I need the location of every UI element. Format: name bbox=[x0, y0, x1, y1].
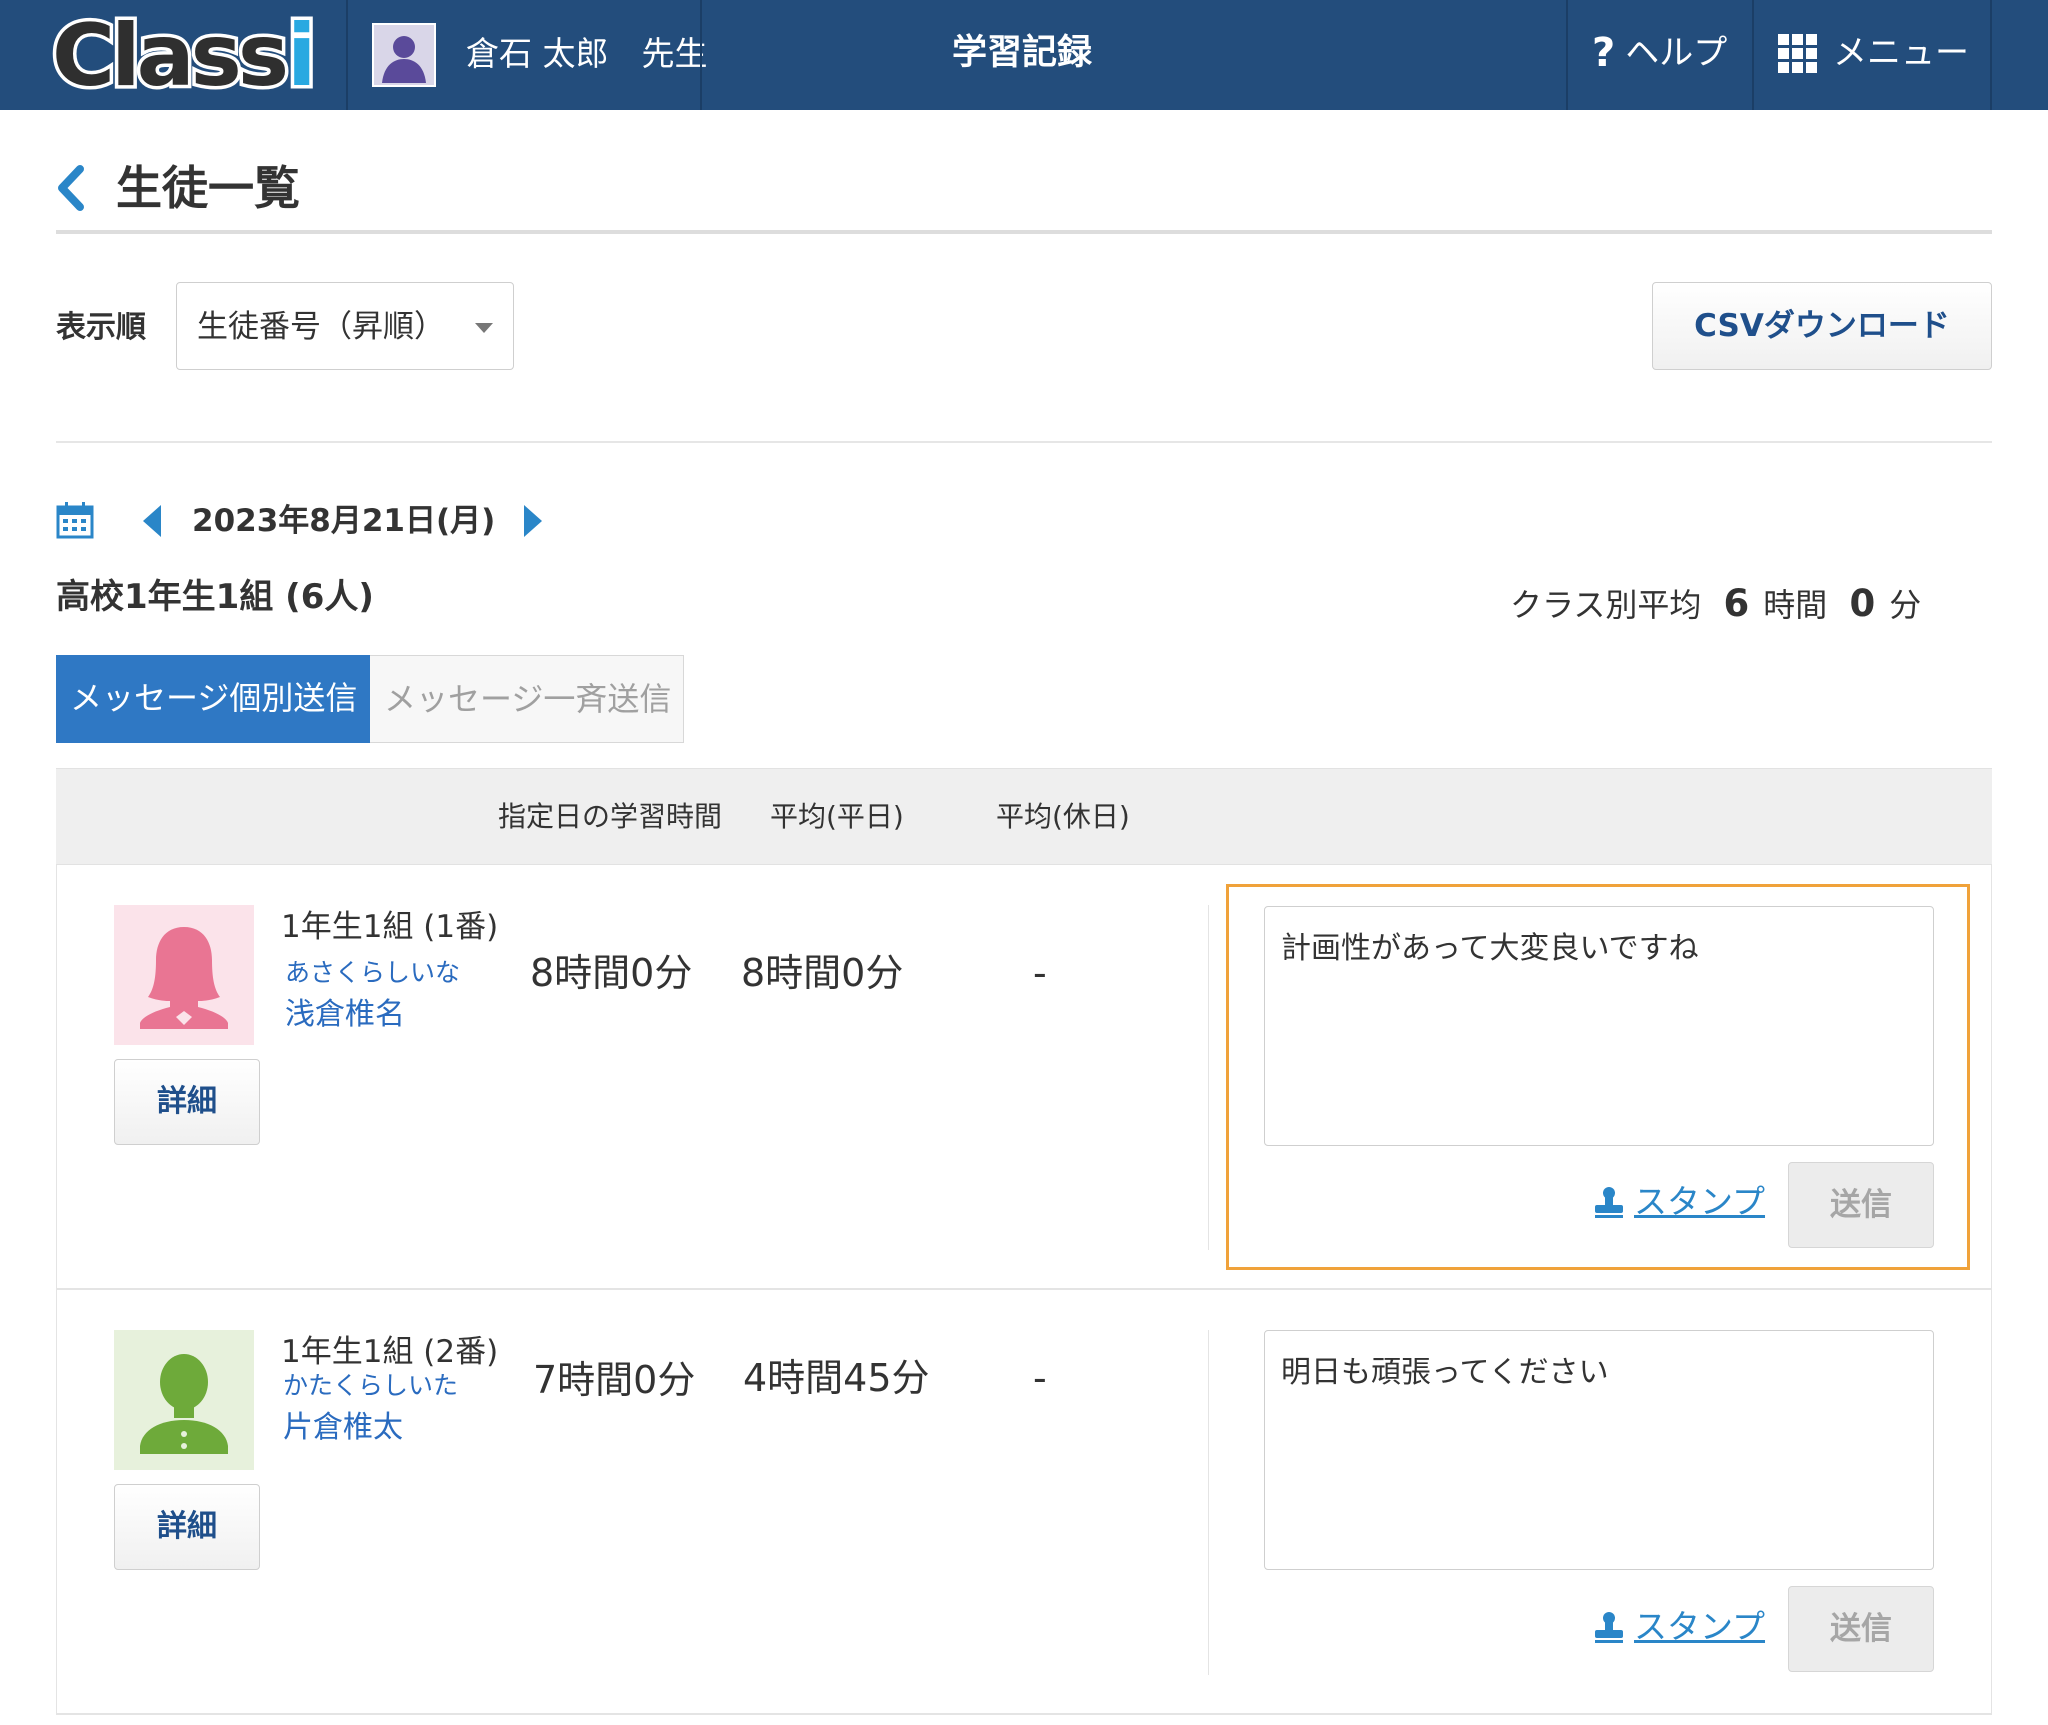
detail-button[interactable]: 詳細 bbox=[114, 1484, 260, 1570]
send-button[interactable]: 送信 bbox=[1788, 1162, 1934, 1248]
user-avatar-icon[interactable] bbox=[372, 23, 436, 87]
menu-button[interactable]: メニュー bbox=[1778, 28, 1969, 78]
back-chevron-icon[interactable] bbox=[52, 163, 92, 213]
page-title: 生徒一覧 bbox=[116, 161, 300, 215]
stamp-link[interactable]: スタンプ bbox=[1592, 1605, 1765, 1649]
menu-label: メニュー bbox=[1833, 33, 1969, 73]
column-divider bbox=[1208, 1330, 1209, 1675]
class-average-label: クラス別平均 bbox=[1510, 586, 1702, 624]
send-button[interactable]: 送信 bbox=[1788, 1586, 1934, 1672]
weekday-average: 8時間0分 bbox=[741, 951, 904, 995]
minutes-unit: 分 bbox=[1889, 586, 1922, 624]
class-average: クラス別平均 6 時間 0分 bbox=[1510, 580, 1921, 629]
student-name-kana[interactable]: かたくらしいた bbox=[283, 1368, 458, 1404]
stamp-icon bbox=[1595, 1187, 1623, 1218]
header-divider bbox=[700, 0, 702, 110]
weekday-average: 4時間45分 bbox=[743, 1356, 930, 1400]
top-navigation-bar: Class i 倉石 太郎 先生 学習記録 ? ヘルプ メニュー bbox=[0, 0, 2048, 110]
day-study-time: 7時間0分 bbox=[533, 1358, 696, 1402]
grid-menu-icon bbox=[1778, 33, 1817, 73]
column-header-holiday-avg: 平均(休日) bbox=[996, 800, 1130, 833]
calendar-icon[interactable] bbox=[56, 501, 94, 539]
detail-button[interactable]: 詳細 bbox=[114, 1059, 260, 1145]
help-button[interactable]: ? ヘルプ bbox=[1592, 28, 1727, 78]
stamp-icon bbox=[1595, 1612, 1623, 1643]
table-header: 指定日の学習時間 平均(平日) 平均(休日) bbox=[56, 768, 1992, 865]
hours-unit: 時間 bbox=[1763, 586, 1828, 624]
table-row: 詳細 1年生1組 (2番) かたくらしいた 片倉椎太 7時間0分 4時間45分 … bbox=[56, 1290, 1992, 1715]
selected-date: 2023年8月21日(月) bbox=[192, 503, 496, 539]
message-mode-tabs: メッセージ個別送信 メッセージ一斉送信 bbox=[56, 655, 684, 743]
class-average-hours: 6 bbox=[1723, 582, 1750, 625]
app-title: 学習記録 bbox=[952, 33, 1093, 73]
sort-order-value: 生徒番号（昇順） bbox=[197, 309, 445, 345]
column-header-day-time: 指定日の学習時間 bbox=[498, 800, 723, 833]
header-divider bbox=[1990, 0, 1992, 110]
message-textarea[interactable]: 計画性があって大変良いですね bbox=[1264, 906, 1934, 1146]
header-divider bbox=[346, 0, 348, 110]
column-header-weekday-avg: 平均(平日) bbox=[770, 800, 904, 833]
student-avatar-male-icon bbox=[114, 1330, 254, 1470]
section-divider bbox=[56, 441, 1992, 443]
column-divider bbox=[1208, 905, 1209, 1250]
holiday-average: - bbox=[1033, 951, 1047, 995]
message-textarea[interactable]: 明日も頑張ってください bbox=[1264, 1330, 1934, 1570]
header-divider bbox=[1566, 0, 1568, 110]
holiday-average: - bbox=[1033, 1356, 1047, 1400]
student-avatar-female-icon bbox=[114, 905, 254, 1045]
stamp-label: スタンプ bbox=[1634, 1607, 1766, 1646]
stamp-link[interactable]: スタンプ bbox=[1592, 1180, 1765, 1224]
previous-day-arrow-icon[interactable] bbox=[143, 505, 161, 537]
tab-individual-message[interactable]: メッセージ個別送信 bbox=[56, 655, 370, 743]
csv-download-button[interactable]: CSVダウンロード bbox=[1652, 282, 1992, 370]
classi-logo[interactable]: Class i bbox=[48, 3, 320, 110]
chevron-down-icon bbox=[475, 323, 493, 333]
student-name-kana[interactable]: あさくらしいな bbox=[285, 955, 460, 991]
day-study-time: 8時間0分 bbox=[530, 951, 693, 995]
title-divider bbox=[56, 230, 1992, 234]
student-name[interactable]: 浅倉椎名 bbox=[285, 993, 405, 1037]
teacher-name[interactable]: 倉石 太郎 先生 bbox=[466, 30, 708, 78]
header-divider bbox=[1752, 0, 1754, 110]
message-text: 明日も頑張ってください bbox=[1281, 1355, 1609, 1390]
stamp-label: スタンプ bbox=[1634, 1182, 1766, 1221]
tab-bulk-message[interactable]: メッセージ一斉送信 bbox=[370, 655, 684, 743]
class-average-minutes: 0 bbox=[1849, 582, 1876, 625]
table-row: 詳細 1年生1組 (1番) あさくらしいな 浅倉椎名 8時間0分 8時間0分 -… bbox=[56, 865, 1992, 1290]
message-text: 計画性があって大変良いですね bbox=[1281, 931, 1699, 966]
question-icon: ? bbox=[1592, 30, 1616, 76]
student-class-number: 1年生1組 (1番) bbox=[281, 909, 499, 945]
sort-label: 表示順 bbox=[56, 310, 146, 345]
sort-order-select[interactable]: 生徒番号（昇順） bbox=[176, 282, 514, 370]
class-name: 高校1年生1組 (6人) bbox=[56, 577, 374, 617]
next-day-arrow-icon[interactable] bbox=[524, 505, 542, 537]
student-name[interactable]: 片倉椎太 bbox=[283, 1406, 403, 1450]
help-label: ヘルプ bbox=[1625, 33, 1728, 73]
